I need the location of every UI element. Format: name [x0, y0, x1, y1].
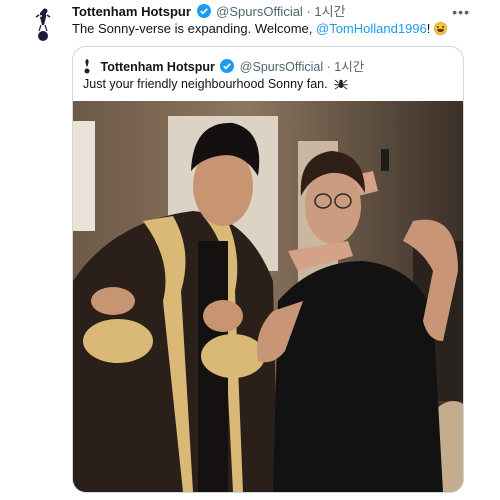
- spider-emoji-icon: [334, 79, 348, 90]
- quoted-author-handle[interactable]: @SpursOfficial: [240, 60, 323, 74]
- quoted-text-body: Just your friendly neighbourhood Sonny f…: [83, 77, 328, 91]
- spurs-crest-small-icon: [84, 59, 90, 74]
- quoted-tweet-header: Tottenham Hotspur @SpursOfficial · 1시간: [81, 56, 364, 75]
- verified-badge-icon: [196, 4, 211, 18]
- timestamp[interactable]: 1시간: [314, 4, 345, 19]
- quoted-author-name[interactable]: Tottenham Hotspur: [100, 60, 214, 74]
- author-name[interactable]: Tottenham Hotspur: [72, 4, 191, 19]
- quoted-separator: ·: [326, 60, 331, 74]
- spurs-crest-avatar[interactable]: [28, 6, 58, 42]
- quoted-tweet-card[interactable]: Tottenham Hotspur @SpursOfficial · 1시간 J…: [72, 46, 464, 493]
- tweet-header: Tottenham Hotspur @SpursOfficial · 1시간: [72, 3, 346, 20]
- separator: ·: [306, 4, 311, 19]
- more-options-icon[interactable]: •••: [452, 4, 470, 20]
- quoted-tweet-text: Just your friendly neighbourhood Sonny f…: [83, 77, 348, 91]
- tweet-text: The Sonny-verse is expanding. Welcome, @…: [72, 20, 448, 37]
- quoted-verified-badge-icon: [220, 59, 235, 73]
- tweet-text-body: The Sonny-verse is expanding. Welcome,: [72, 21, 316, 36]
- grinning-face-emoji-icon: [434, 22, 448, 35]
- tweet-photo[interactable]: [73, 101, 463, 492]
- mention-link[interactable]: @TomHolland1996: [316, 21, 427, 36]
- tweet-text-end: !: [426, 21, 431, 36]
- author-handle[interactable]: @SpursOfficial: [216, 4, 303, 19]
- quoted-timestamp[interactable]: 1시간: [334, 60, 364, 74]
